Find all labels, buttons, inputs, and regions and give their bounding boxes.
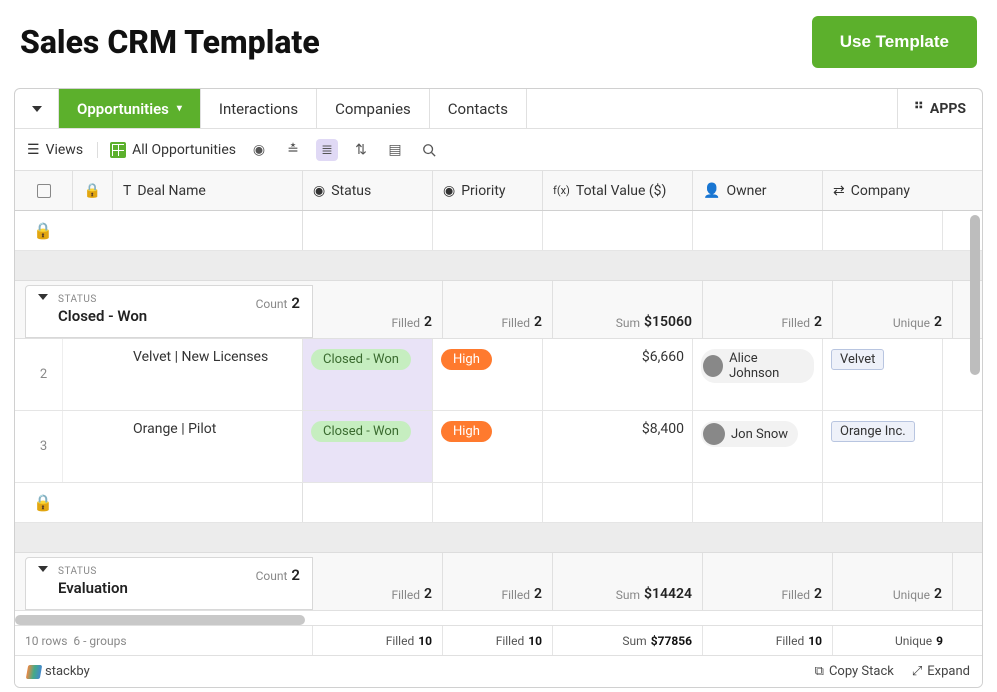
lock-icon: 🔒 xyxy=(33,493,53,512)
filter-icon[interactable]: ≛ xyxy=(282,139,304,161)
link-icon: ⇄ xyxy=(833,183,845,199)
locked-row-top: 🔒 xyxy=(15,211,982,251)
text-icon: T xyxy=(123,183,131,199)
locked-row-bottom: 🔒 xyxy=(15,483,982,523)
sort-icon[interactable]: ⇅ xyxy=(350,139,372,161)
table-row[interactable]: 2 Velvet | New Licenses Closed - Won Hig… xyxy=(15,339,982,411)
col-deal-name[interactable]: TDeal Name xyxy=(113,171,303,210)
cell-status[interactable]: Closed - Won xyxy=(303,411,433,482)
grid-icon xyxy=(110,142,126,158)
app-frame: Opportunities▾ Interactions Companies Co… xyxy=(14,88,983,688)
avatar xyxy=(703,423,725,445)
col-total-value[interactable]: f(x)Total Value ($) xyxy=(543,171,693,210)
group-header-evaluation[interactable]: STATUS Evaluation Count 2 Filled 2 Fille… xyxy=(15,553,982,611)
hamburger-icon: ☰ xyxy=(27,142,40,158)
grid-body: 🔒 STATUS Closed - Won Count 2 Filled 2 F… xyxy=(15,211,982,687)
dropdown-icon: ◉ xyxy=(313,183,325,199)
horizontal-scrollbar[interactable] xyxy=(15,615,305,625)
group-icon[interactable]: ≣ xyxy=(316,139,338,161)
tab-interactions[interactable]: Interactions xyxy=(201,89,317,128)
cell-deal-name[interactable]: Velvet | New Licenses xyxy=(63,339,303,410)
totals-footer: 10 rows 6 - groups Filled 10 Filled 10 S… xyxy=(15,625,982,655)
current-view[interactable]: All Opportunities xyxy=(110,142,236,158)
select-all-checkbox[interactable] xyxy=(15,171,73,210)
expand-icon: ⤢ xyxy=(912,664,922,679)
column-headers: 🔒 TDeal Name ◉Status ◉Priority f(x)Total… xyxy=(15,171,982,211)
row-height-icon[interactable]: ▤ xyxy=(384,139,406,161)
copy-icon: ⧉ xyxy=(815,664,824,679)
row-number: 2 xyxy=(15,339,63,410)
cell-company[interactable]: Velvet xyxy=(823,339,943,410)
col-priority[interactable]: ◉Priority xyxy=(433,171,543,210)
bottom-bar: stackby ⧉Copy Stack ⤢Expand xyxy=(15,655,982,687)
apps-button[interactable]: ⠛ APPS xyxy=(897,89,982,128)
cell-total-value[interactable]: $6,660 xyxy=(543,339,693,410)
table-tabs: Opportunities▾ Interactions Companies Co… xyxy=(15,89,982,129)
apps-icon: ⠛ xyxy=(914,101,924,117)
cell-owner[interactable]: Jon Snow xyxy=(693,411,823,482)
col-company[interactable]: ⇄Company xyxy=(823,171,943,210)
cell-priority[interactable]: High xyxy=(433,411,543,482)
vertical-scrollbar[interactable] xyxy=(970,211,980,687)
hide-fields-icon[interactable]: ◉ xyxy=(248,139,270,161)
cell-owner[interactable]: Alice Johnson xyxy=(693,339,823,410)
row-number: 3 xyxy=(15,411,63,482)
page-title: Sales CRM Template xyxy=(20,23,320,61)
lock-icon: 🔒 xyxy=(33,221,53,240)
cell-priority[interactable]: High xyxy=(433,339,543,410)
avatar xyxy=(703,355,723,377)
search-icon[interactable] xyxy=(418,139,440,161)
lock-icon: 🔒 xyxy=(73,171,113,210)
cell-status[interactable]: Closed - Won xyxy=(303,339,433,410)
view-toolbar: ☰ Views All Opportunities ◉ ≛ ≣ ⇅ ▤ xyxy=(15,129,982,171)
table-row[interactable]: 3 Orange | Pilot Closed - Won High $8,40… xyxy=(15,411,982,483)
tab-companies[interactable]: Companies xyxy=(317,89,430,128)
expand-button[interactable]: ⤢Expand xyxy=(912,664,970,679)
copy-stack-button[interactable]: ⧉Copy Stack xyxy=(815,664,894,679)
col-status[interactable]: ◉Status xyxy=(303,171,433,210)
formula-icon: f(x) xyxy=(553,184,570,197)
logo-icon xyxy=(26,665,42,679)
tab-contacts[interactable]: Contacts xyxy=(430,89,527,128)
person-icon: 👤 xyxy=(703,183,720,199)
tables-dropdown[interactable] xyxy=(15,89,59,128)
col-owner[interactable]: 👤Owner xyxy=(693,171,823,210)
cell-total-value[interactable]: $8,400 xyxy=(543,411,693,482)
collapse-icon[interactable] xyxy=(38,566,48,572)
brand-logo[interactable]: stackby xyxy=(27,664,90,679)
dropdown-icon: ◉ xyxy=(443,183,455,199)
views-button[interactable]: ☰ Views xyxy=(27,142,98,158)
tab-opportunities[interactable]: Opportunities▾ xyxy=(59,89,201,128)
cell-company[interactable]: Orange Inc. xyxy=(823,411,943,482)
collapse-icon[interactable] xyxy=(38,294,48,300)
use-template-button[interactable]: Use Template xyxy=(812,16,977,68)
group-header-closed-won[interactable]: STATUS Closed - Won Count 2 Filled 2 Fil… xyxy=(15,281,982,339)
cell-deal-name[interactable]: Orange | Pilot xyxy=(63,411,303,482)
